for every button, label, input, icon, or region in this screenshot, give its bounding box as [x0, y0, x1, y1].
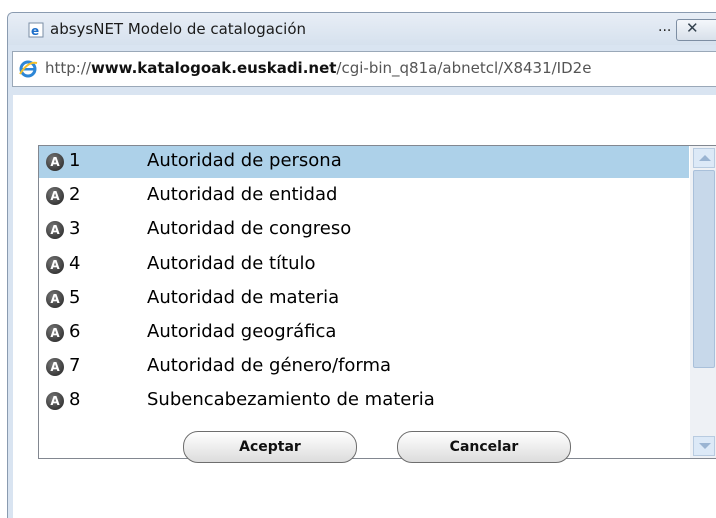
list-item[interactable]: A 8 Subencabezamiento de materia [39, 385, 689, 417]
list-item-number: 7 [69, 355, 81, 377]
list-item[interactable]: A 4 Autoridad de título [39, 249, 689, 281]
authority-icon: A [46, 221, 64, 240]
list-item-number: 8 [69, 389, 81, 411]
scroll-up-button[interactable] [693, 148, 715, 168]
cancel-button[interactable]: Cancelar [397, 431, 571, 463]
page-content: A 1 Autoridad de persona A 2 Autoridad de ent… [13, 95, 716, 518]
dialog-window: e absysNET Modelo de catalogación ... ✕ … [7, 12, 716, 518]
list-item-number: 4 [69, 252, 81, 274]
list-item-label: Autoridad de materia [147, 286, 340, 308]
list-item[interactable]: A 1 Autoridad de persona [39, 146, 689, 178]
close-icon: ✕ [686, 19, 699, 37]
list-item[interactable]: A 7 Autoridad de género/forma [39, 351, 689, 383]
list-item-label: Autoridad de entidad [147, 184, 338, 206]
ie-page-icon: e [28, 22, 44, 38]
list-item-label: Autoridad de título [147, 252, 316, 274]
list-item-label: Subencabezamiento de materia [147, 389, 435, 411]
scroll-down-button[interactable] [693, 436, 715, 456]
list-item[interactable]: A 5 Autoridad de materia [39, 283, 689, 315]
title-bar[interactable]: e absysNET Modelo de catalogación ... ✕ [8, 13, 716, 45]
list-item-number: 5 [69, 286, 81, 308]
list-item-number: 2 [69, 184, 81, 206]
list-item-label: Autoridad de género/forma [147, 355, 392, 377]
title-ellipsis: ... [658, 19, 672, 35]
authority-icon: A [46, 289, 64, 308]
authority-icon: A [46, 187, 64, 206]
list-item-number: 6 [69, 321, 81, 342]
window-title: absysNET Modelo de catalogación [50, 20, 307, 38]
address-bar[interactable]: http://www.katalogoak.euskadi.net/cgi-bi… [12, 51, 716, 87]
list-item[interactable]: A 2 Autoridad de entidad [39, 180, 689, 212]
ie-logo-icon [19, 60, 38, 78]
authority-icon: A [46, 255, 64, 274]
list-item-number: 1 [69, 150, 81, 171]
list-scrollbar[interactable] [690, 146, 716, 458]
list-item-label: Autoridad de persona [147, 150, 342, 171]
authority-icon: A [46, 358, 64, 377]
list-item-number: 3 [69, 218, 81, 240]
authority-icon: A [46, 324, 64, 342]
close-button[interactable]: ✕ [676, 19, 716, 41]
scroll-thumb[interactable] [693, 170, 715, 368]
authority-type-list[interactable]: A 1 Autoridad de persona A 2 Autoridad de ent… [38, 145, 716, 459]
list-item[interactable]: A 6 Autoridad geográfica [39, 317, 689, 349]
list-item-label: Autoridad geográfica [147, 321, 337, 342]
authority-icon: A [46, 153, 64, 171]
svg-text:e: e [31, 24, 39, 38]
accept-button[interactable]: Aceptar [183, 431, 357, 463]
list-item-label: Autoridad de congreso [147, 218, 352, 240]
url-text: http://www.katalogoak.euskadi.net/cgi-bi… [45, 59, 592, 77]
list-item[interactable]: A 3 Autoridad de congreso [39, 214, 689, 246]
authority-icon: A [46, 392, 64, 411]
